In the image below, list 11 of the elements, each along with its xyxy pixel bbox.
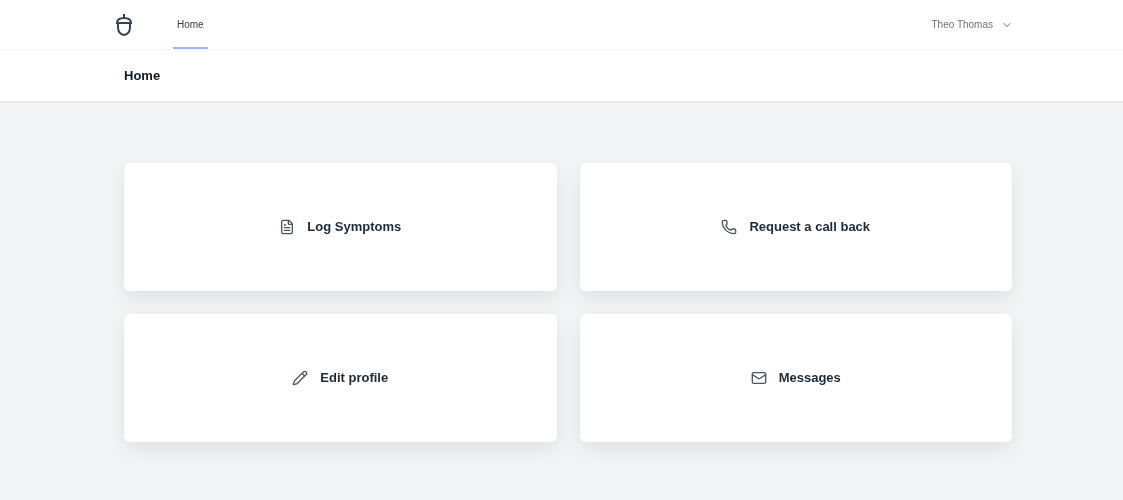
action-card[interactable]: Edit profile [124,314,557,442]
action-card[interactable]: Log Symptoms [124,163,557,291]
acorn-logo [115,12,133,37]
action-card[interactable]: Request a call back [579,163,1012,291]
pencil-icon [292,370,309,386]
mail-icon [750,370,767,386]
document-icon [279,219,296,235]
page-title: Home [124,66,161,85]
user-menu[interactable]: Theo Thomas [931,17,1013,32]
action-card[interactable]: Messages [579,314,1012,442]
phone-icon [721,219,738,235]
